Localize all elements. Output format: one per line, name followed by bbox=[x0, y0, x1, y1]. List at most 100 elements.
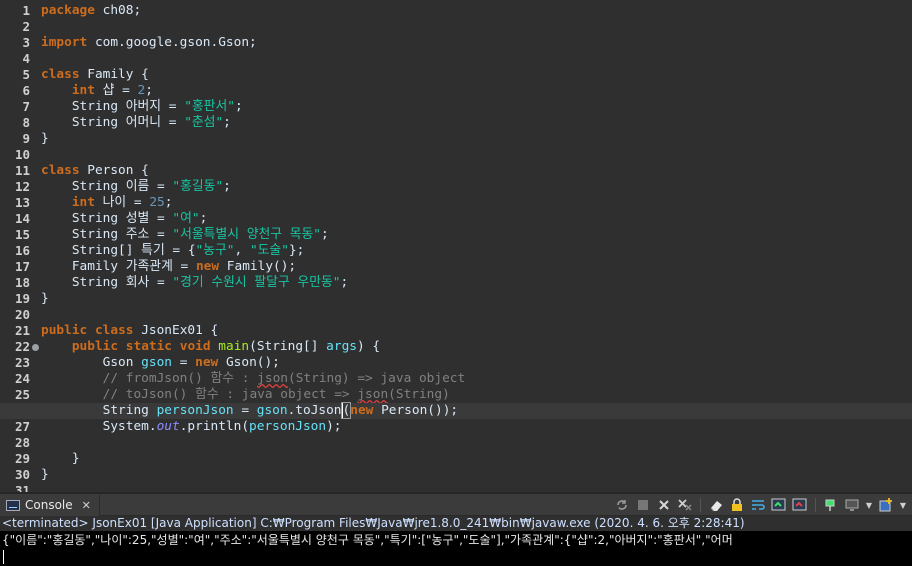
line-number: 11 bbox=[14, 163, 30, 178]
code-line-18[interactable]: String 회사 = "경기 수원시 팔달구 우만동"; bbox=[41, 275, 912, 291]
code-text: com.google.gson.Gson; bbox=[87, 35, 257, 50]
variable: personJson bbox=[249, 419, 327, 434]
code-text: String 이름 = bbox=[71, 179, 173, 194]
code-line-25[interactable]: // toJson() 함수 : java object => json(Str… bbox=[41, 387, 912, 403]
keyword: public bbox=[71, 339, 119, 354]
code-text: ); bbox=[326, 419, 342, 434]
comment-text: (String) bbox=[388, 387, 450, 402]
code-text: JsonEx01 { bbox=[133, 323, 219, 338]
code-line-15[interactable]: String 주소 = "서울특별시 양천구 목동"; bbox=[41, 227, 912, 243]
code-line-30[interactable]: } bbox=[41, 467, 912, 483]
code-line-26-current[interactable]: String personJson = gson.toJson(new Pers… bbox=[0, 402, 912, 419]
code-line-11[interactable]: class Person { bbox=[41, 163, 912, 179]
string-literal: "농구" bbox=[195, 243, 235, 258]
keyword: new bbox=[195, 355, 219, 370]
code-text: (String[] bbox=[249, 339, 327, 354]
keyword: public bbox=[41, 323, 88, 338]
line-number: 27 bbox=[14, 419, 30, 434]
code-line-5[interactable]: class Family { bbox=[41, 67, 912, 83]
keyword: new bbox=[350, 403, 374, 418]
code-line-1[interactable]: package ch08; bbox=[41, 3, 912, 19]
line-number: 16 bbox=[14, 243, 30, 258]
code-line-17[interactable]: Family 가족관계 = new Family(); bbox=[41, 259, 912, 275]
code-line-6[interactable]: int 샵 = 2; bbox=[41, 83, 912, 99]
keyword: int bbox=[71, 83, 95, 98]
code-line-27[interactable]: System.out.println(personJson); bbox=[41, 419, 912, 435]
code-line-14[interactable]: String 성별 = "여"; bbox=[41, 211, 912, 227]
code-line-23[interactable]: Gson gson = new Gson(); bbox=[41, 355, 912, 371]
code-line-29[interactable]: } bbox=[41, 451, 912, 467]
fold-marker-icon[interactable] bbox=[32, 344, 39, 351]
code-text: ; bbox=[320, 227, 329, 242]
line-number: 23 bbox=[14, 355, 30, 370]
string-literal: "서울특별시 양천구 목동" bbox=[172, 227, 321, 242]
keyword: void bbox=[179, 339, 211, 354]
code-text: = bbox=[233, 403, 257, 418]
code-line-12[interactable]: String 이름 = "홍길동"; bbox=[41, 179, 912, 195]
text-caret bbox=[3, 550, 4, 564]
code-editor[interactable]: 1 2 3 4 5 6 7 8 9 10 11 12 13 14 15 16 17 18 19 20 21 22 23 24 2… bbox=[0, 0, 912, 492]
keyword: new bbox=[195, 259, 220, 274]
code-line-28[interactable] bbox=[41, 435, 912, 451]
show-on-stderr-icon[interactable] bbox=[791, 496, 809, 514]
code-line-13[interactable]: int 나이 = 25; bbox=[41, 195, 912, 211]
pin-console-icon[interactable] bbox=[822, 496, 840, 514]
string-literal: "경기 수원시 팔달구 우만동" bbox=[172, 275, 341, 290]
code-text: System. bbox=[102, 419, 157, 434]
code-line-2[interactable] bbox=[41, 19, 912, 35]
code-text: String 아버지 = bbox=[71, 99, 185, 114]
code-line-21[interactable]: public class JsonEx01 { bbox=[41, 323, 912, 339]
line-number: 10 bbox=[14, 147, 30, 162]
code-line-16[interactable]: String[] 특기 = {"농구", "도술"}; bbox=[41, 243, 912, 259]
console-output-area[interactable]: {"이름":"홍길동","나이":25,"성별":"여","주소":"서울특별시… bbox=[0, 531, 912, 566]
remove-launch-icon[interactable] bbox=[655, 496, 673, 514]
code-line-19[interactable]: } bbox=[41, 291, 912, 307]
line-number: 12 bbox=[14, 179, 30, 194]
open-console-icon[interactable] bbox=[877, 496, 895, 514]
code-text: String 주소 = bbox=[71, 227, 173, 242]
string-literal: "도술" bbox=[249, 243, 289, 258]
code-text: Person { bbox=[79, 163, 149, 178]
console-icon bbox=[6, 499, 20, 511]
console-tab[interactable]: Console ✕ bbox=[0, 494, 100, 516]
remove-all-terminated-icon[interactable] bbox=[676, 496, 694, 514]
code-line-8[interactable]: String 어머니 = "춘섬"; bbox=[41, 115, 912, 131]
display-selected-console-icon[interactable] bbox=[843, 496, 861, 514]
code-area[interactable]: package ch08; import com.google.gson.Gso… bbox=[0, 3, 912, 492]
code-text: String 회사 = bbox=[71, 275, 173, 290]
spelling-warning: json bbox=[257, 371, 288, 386]
code-text: } bbox=[41, 467, 49, 482]
toolbar-separator bbox=[700, 498, 701, 512]
line-number: 22 bbox=[0, 339, 39, 355]
word-wrap-icon[interactable] bbox=[749, 496, 767, 514]
stop-icon[interactable] bbox=[634, 496, 652, 514]
sync-icon[interactable] bbox=[613, 496, 631, 514]
code-line-10[interactable] bbox=[41, 147, 912, 163]
close-icon[interactable]: ✕ bbox=[82, 499, 91, 512]
code-line-22[interactable]: public static void main(String[] args) { bbox=[41, 339, 912, 355]
code-line-9[interactable]: } bbox=[41, 131, 912, 147]
code-text: ; bbox=[199, 211, 208, 226]
chevron-down-icon[interactable]: ▼ bbox=[898, 496, 908, 514]
static-field: out bbox=[156, 419, 180, 434]
show-on-stdout-icon[interactable] bbox=[770, 496, 788, 514]
bracket-match-caret: ( bbox=[340, 402, 352, 419]
code-text: = bbox=[172, 355, 196, 370]
code-line-4[interactable] bbox=[41, 51, 912, 67]
code-line-31[interactable] bbox=[41, 483, 912, 492]
clear-console-icon[interactable] bbox=[707, 496, 725, 514]
line-number: 17 bbox=[14, 259, 30, 274]
code-line-3[interactable]: import com.google.gson.Gson; bbox=[41, 35, 912, 51]
scroll-lock-icon[interactable] bbox=[728, 496, 746, 514]
string-literal: "여" bbox=[172, 211, 200, 226]
code-line-7[interactable]: String 아버지 = "홍판서"; bbox=[41, 99, 912, 115]
code-line-20[interactable] bbox=[41, 307, 912, 323]
code-line-24[interactable]: // fromJson() 함수 : json(String) => java … bbox=[41, 371, 912, 387]
line-number: 18 bbox=[14, 275, 30, 290]
code-text: ) { bbox=[356, 339, 381, 354]
code-text: ; bbox=[340, 275, 349, 290]
variable: gson bbox=[256, 403, 288, 418]
line-number: 15 bbox=[14, 227, 30, 242]
line-number: 9 bbox=[22, 131, 30, 146]
chevron-down-icon[interactable]: ▼ bbox=[864, 496, 874, 514]
